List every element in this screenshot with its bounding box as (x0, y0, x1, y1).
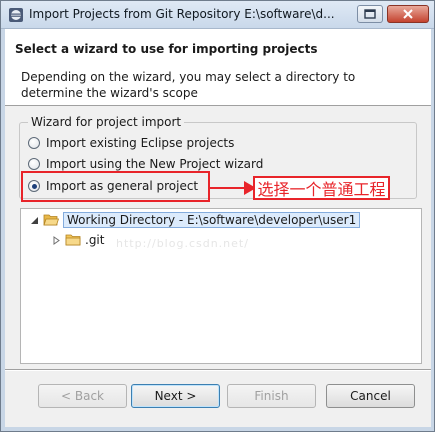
button-bar-separator (5, 369, 431, 371)
eclipse-window-icon (9, 8, 23, 22)
title-bar[interactable]: Import Projects from Git Repository E:\s… (1, 1, 434, 29)
annotation-arrow-icon (210, 181, 256, 195)
wizard-content: Select a wizard to use for importing pro… (5, 29, 431, 427)
radio-label: Import using the New Project wizard (46, 157, 264, 171)
close-icon (403, 9, 413, 19)
window-title: Import Projects from Git Repository E:\s… (29, 7, 335, 21)
tree-item-git[interactable]: .git (51, 231, 104, 249)
project-tree[interactable]: http://blog.csdn.net/ Working Directory … (20, 208, 422, 364)
maximize-button[interactable] (357, 5, 383, 23)
radio-button[interactable] (28, 137, 40, 149)
radio-button[interactable] (28, 158, 40, 170)
close-window-button[interactable] (387, 5, 429, 23)
radio-label: Import existing Eclipse projects (46, 136, 235, 150)
header-description: Depending on the wizard, you may select … (21, 70, 356, 100)
group-legend: Wizard for project import (28, 115, 185, 129)
next-button[interactable]: Next > (131, 384, 220, 408)
tree-item-label: Working Directory - E:\software\develope… (63, 212, 361, 228)
open-folder-icon (43, 214, 59, 226)
tree-item-label: .git (85, 233, 105, 247)
collapsed-arrow-icon[interactable] (51, 235, 61, 245)
watermark: http://blog.csdn.net/ (116, 237, 249, 250)
maximize-icon (364, 9, 376, 19)
cancel-button[interactable]: Cancel (326, 384, 415, 408)
folder-icon (65, 234, 81, 246)
wizard-header: Select a wizard to use for importing pro… (5, 29, 431, 106)
radio-import-existing[interactable]: Import existing Eclipse projects (28, 134, 234, 152)
expanded-arrow-icon[interactable] (29, 215, 39, 225)
back-button[interactable]: < Back (38, 384, 127, 408)
header-title: Select a wizard to use for importing pro… (15, 42, 318, 56)
finish-button[interactable]: Finish (227, 384, 316, 408)
tree-item-working-directory[interactable]: Working Directory - E:\software\develope… (29, 211, 361, 229)
annotation-note: 选择一个普通工程 (253, 176, 390, 200)
annotation-highlight-box (21, 171, 210, 202)
import-wizard-window: Import Projects from Git Repository E:\s… (0, 0, 435, 432)
